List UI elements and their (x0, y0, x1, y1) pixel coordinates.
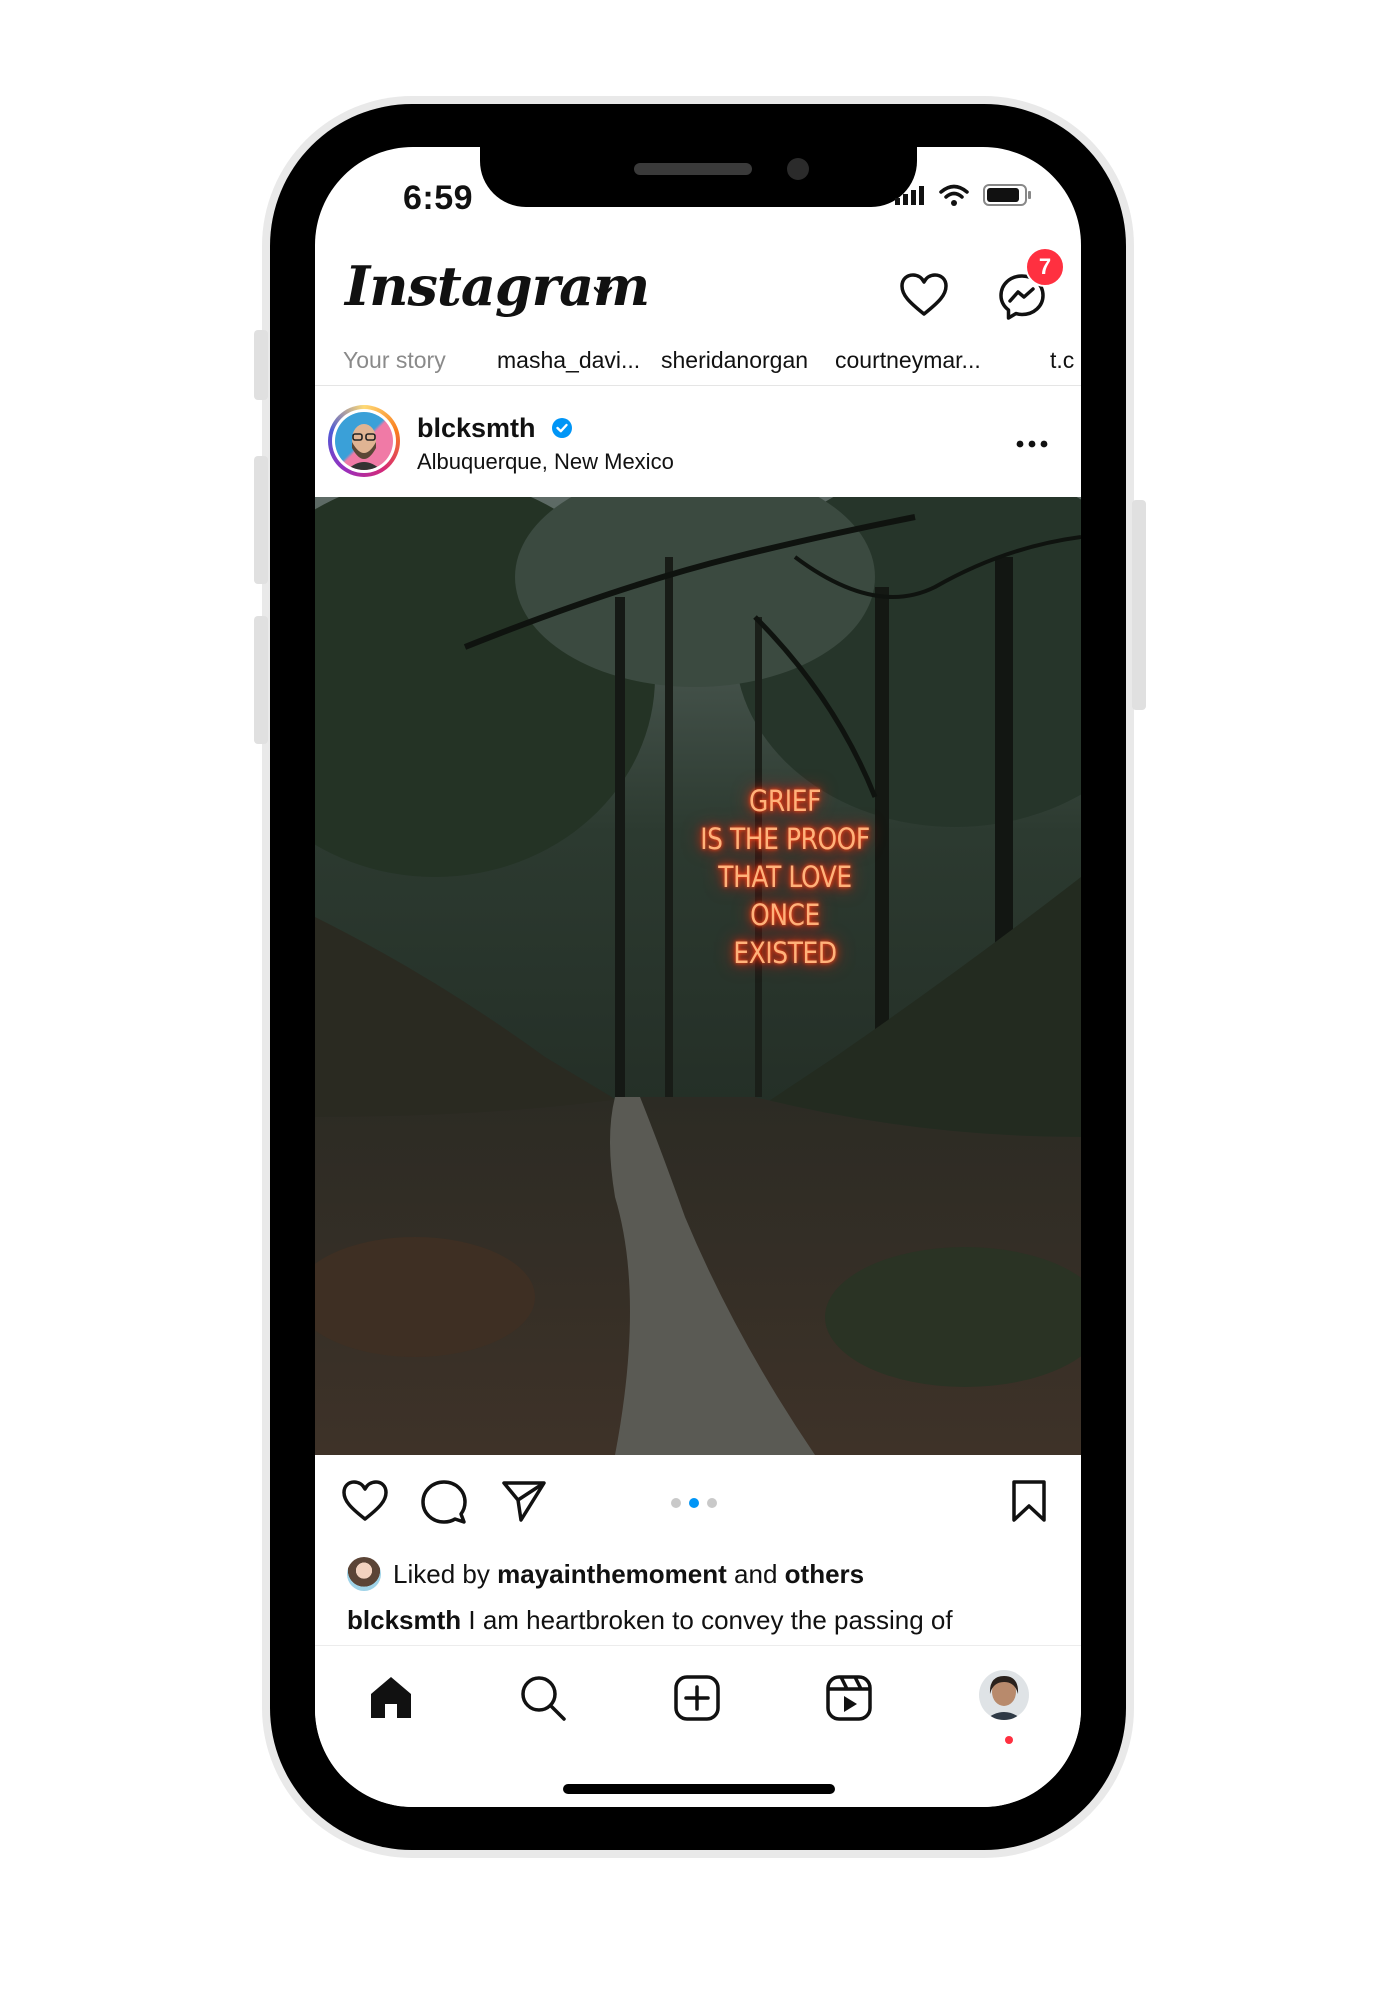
carousel-dot (671, 1498, 681, 1508)
carousel-dot-active (689, 1498, 699, 1508)
app-header: Instagram (315, 242, 1081, 342)
search-icon[interactable] (519, 1674, 567, 1722)
post-author-avatar[interactable] (328, 405, 400, 477)
story-label[interactable]: masha_davi... (497, 347, 640, 374)
likes-others[interactable]: others (785, 1559, 864, 1590)
neon-line: THAT LOVE (718, 860, 852, 894)
neon-sign: GRIEF IS THE PROOF THAT LOVE ONCE EXISTE… (685, 782, 885, 972)
profile-notification-dot (1005, 1736, 1013, 1744)
profile-avatar[interactable] (979, 1670, 1029, 1720)
comment-icon[interactable] (421, 1479, 467, 1525)
forest-path-photo (315, 497, 1081, 1455)
status-time: 6:59 (403, 179, 474, 217)
more-options-icon[interactable] (1015, 439, 1049, 449)
story-label[interactable]: courtneymar... (835, 347, 981, 374)
post-username[interactable]: blcksmth (417, 413, 536, 444)
like-heart-icon[interactable] (341, 1479, 389, 1523)
story-label[interactable]: sheridanorgan (661, 347, 808, 374)
home-icon[interactable] (367, 1674, 415, 1722)
reels-icon[interactable] (825, 1674, 873, 1722)
neon-line: GRIEF (749, 784, 821, 818)
post-location[interactable]: Albuquerque, New Mexico (417, 449, 674, 475)
post-photo[interactable]: GRIEF IS THE PROOF THAT LOVE ONCE EXISTE… (315, 497, 1081, 1455)
profile-face-icon (985, 1676, 1023, 1720)
avatar-photo (335, 412, 393, 470)
status-icons (895, 183, 1033, 207)
story-label[interactable]: t.c (1050, 347, 1074, 374)
phone-screen: 6:59 Instagram 7 Your story masha_davi..… (315, 147, 1081, 1807)
caption-text: I am heartbroken to convey the passing o… (468, 1605, 953, 1635)
notch (480, 147, 917, 207)
bottom-tab-bar (315, 1645, 1081, 1807)
avatar-face-icon (347, 424, 381, 470)
phone-power-button (1132, 500, 1146, 710)
story-label-your-story[interactable]: Your story (343, 347, 446, 374)
home-indicator[interactable] (563, 1784, 835, 1794)
notifications-heart-icon[interactable] (899, 272, 949, 318)
liker-username[interactable]: mayainthemoment (497, 1559, 727, 1590)
verified-badge-icon (552, 418, 572, 438)
post-actions (315, 1455, 1081, 1545)
neon-line: IS THE PROOF (700, 822, 870, 856)
carousel-dot (707, 1498, 717, 1508)
post-caption: blcksmth I am heartbroken to convey the … (347, 1605, 953, 1636)
neon-line: ONCE EXISTED (733, 898, 837, 970)
stories-bar: Your story masha_davi... sheridanorgan c… (315, 337, 1081, 386)
likes-and: and (734, 1558, 778, 1589)
front-camera (787, 158, 809, 180)
bookmark-save-icon[interactable] (1009, 1479, 1049, 1523)
likes-summary[interactable]: Liked by mayainthemoment and others (347, 1557, 864, 1591)
battery-icon (983, 184, 1031, 206)
phone-volume-down (254, 616, 268, 744)
chevron-down-icon[interactable] (591, 284, 615, 300)
likes-prefix: Liked by (393, 1558, 490, 1589)
avatar-border (332, 409, 396, 473)
wifi-icon (939, 184, 969, 206)
post-header: blcksmth Albuquerque, New Mexico (315, 387, 1081, 495)
liker-avatar (347, 1557, 381, 1591)
share-send-icon[interactable] (501, 1479, 547, 1523)
carousel-indicator (671, 1498, 717, 1508)
create-post-icon[interactable] (673, 1674, 721, 1722)
message-count-badge: 7 (1025, 247, 1065, 287)
speaker (634, 163, 752, 175)
phone-mute-switch (254, 330, 268, 400)
caption-username[interactable]: blcksmth (347, 1605, 461, 1635)
signal-icon (895, 186, 924, 205)
phone-volume-up (254, 456, 268, 584)
